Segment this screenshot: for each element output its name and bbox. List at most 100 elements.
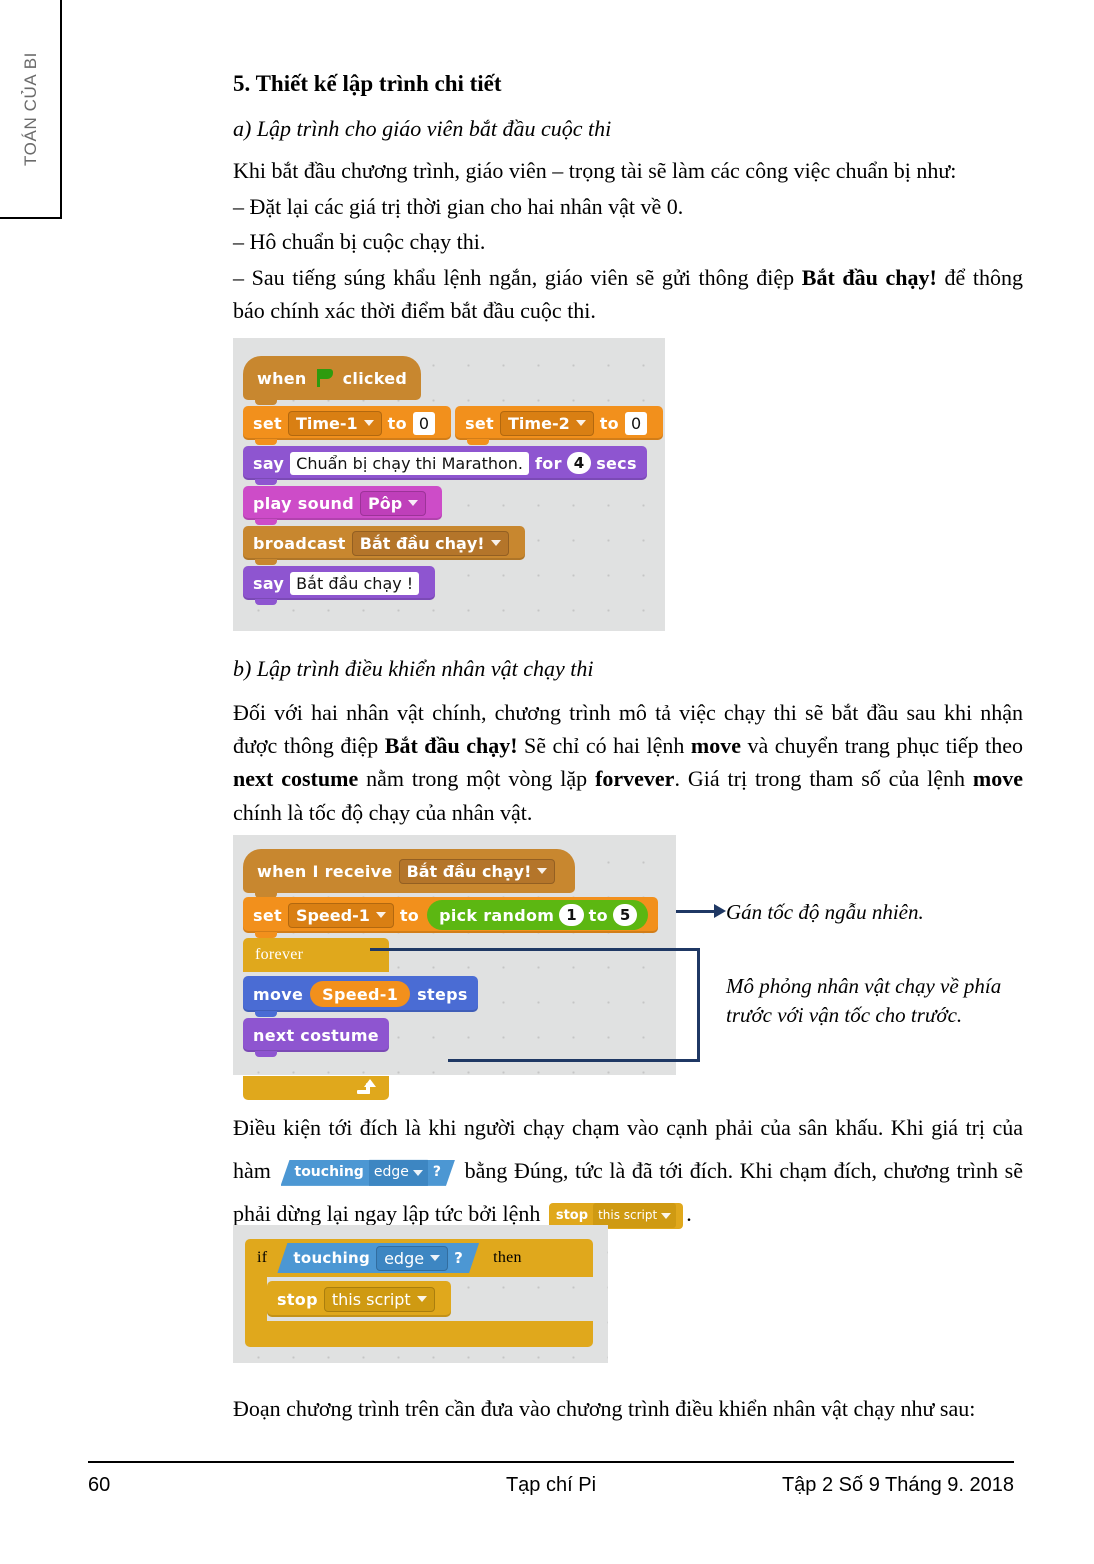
block-notch <box>255 399 277 405</box>
to-label: to <box>599 413 619 433</box>
variable-dropdown-time-1[interactable]: Time-1 <box>287 410 382 436</box>
para-b-bold-4: forvever <box>595 766 675 792</box>
block-set-time-1[interactable]: set Time-1 to 0 <box>243 406 452 445</box>
random-to-input[interactable]: 5 <box>612 904 638 926</box>
edge-dropdown[interactable]: edge <box>369 1158 428 1187</box>
set-label: set <box>253 413 282 433</box>
random-from-input[interactable]: 1 <box>559 904 584 926</box>
touching-label: touching <box>294 1164 364 1181</box>
running-head-box: TOÁN CỦA BI <box>0 0 62 219</box>
bullet-3: – Sau tiếng súng khẩu lệnh ngắn, giáo vi… <box>233 261 1023 328</box>
set-value-input-2[interactable]: 0 <box>624 411 648 435</box>
block-say-for-secs[interactable]: say Chuẩn bị chạy thi Marathon. for 4 se… <box>243 446 647 485</box>
block-stop-this-script[interactable]: stop this script <box>267 1281 451 1317</box>
block-touching-edge[interactable]: touching edge ? <box>277 1243 479 1273</box>
scratch-script-3-canvas: if touching edge ? then stop this script <box>233 1225 608 1363</box>
block-broadcast[interactable]: broadcast Bắt đầu chạy! <box>243 526 525 565</box>
footer-divider <box>88 1461 1014 1463</box>
forever-header[interactable]: forever <box>243 938 389 972</box>
block-set-speed-1[interactable]: set Speed-1 to pick random 1 to 5 <box>243 897 659 938</box>
scratch-script-1-canvas: when clicked set Time-1 to 0 set Time-2 … <box>233 338 665 631</box>
steps-label: steps <box>417 984 468 1004</box>
broadcast-message: Bắt đầu chạy! <box>359 533 485 553</box>
block-play-sound[interactable]: play sound Pôp <box>243 486 443 525</box>
secs-value-input[interactable]: 4 <box>566 452 592 474</box>
subsection-a-heading: a) Lập trình cho giáo viên bắt đầu cuộc … <box>233 115 612 141</box>
chevron-down-icon <box>490 540 501 546</box>
block-pick-random[interactable]: pick random 1 to 5 <box>427 900 649 930</box>
block-if-then[interactable]: if touching edge ? then stop this script <box>245 1239 593 1347</box>
variable-dropdown-speed-1[interactable]: Speed-1 <box>287 902 394 928</box>
clicked-label: clicked <box>342 368 408 388</box>
chevron-down-icon <box>575 420 586 426</box>
running-head-label: TOÁN CỦA BI <box>21 52 40 166</box>
stop-target-dropdown[interactable]: this script <box>323 1286 435 1312</box>
block-move-steps[interactable]: move Speed-1 steps <box>243 976 478 1017</box>
block-when-green-flag-clicked[interactable]: when clicked <box>243 356 422 405</box>
chevron-down-icon <box>537 868 548 874</box>
paragraph-d-block: Đoạn chương trình trên cần đưa vào chươn… <box>233 1392 1023 1425</box>
scratch-script-2-canvas: when I receive Bắt đầu chạy! set Speed-1… <box>233 835 676 1100</box>
inline-block-touching-edge[interactable]: touching edge ? <box>281 1160 455 1186</box>
issue-info: Tập 2 Số 9 Tháng 9. 2018 <box>781 1474 1014 1496</box>
chevron-down-icon <box>408 500 419 506</box>
variable-reporter-speed-1[interactable]: Speed-1 <box>310 981 411 1007</box>
sound-dropdown[interactable]: Pôp <box>360 490 427 516</box>
main-content: 5. Thiết kế lập trình chi tiết a) Lập tr… <box>233 70 1023 328</box>
pick-random-label: pick random <box>439 905 555 925</box>
intro-paragraph: Khi bắt đầu chương trình, giáo viên – tr… <box>233 158 957 184</box>
set-value-input-1[interactable]: 0 <box>412 411 436 435</box>
when-label: when <box>257 368 307 388</box>
say-message-input[interactable]: Chuẩn bị chạy thi Marathon. <box>290 451 530 475</box>
variable-name: Speed-1 <box>295 905 370 925</box>
say-label: say <box>253 453 285 473</box>
block-say[interactable]: say Bắt đầu chạy ! <box>243 566 436 605</box>
chevron-down-icon <box>661 1212 672 1219</box>
paragraph-c: Điều kiện tới đích là khi người chạy chạ… <box>233 1107 1023 1236</box>
receive-message-dropdown[interactable]: Bắt đầu chạy! <box>398 858 556 884</box>
move-label: move <box>253 984 304 1004</box>
broadcast-message-dropdown[interactable]: Bắt đầu chạy! <box>351 530 509 556</box>
callout-arrow-1-head <box>714 904 726 918</box>
receive-message: Bắt đầu chạy! <box>406 861 532 881</box>
secs-label: secs <box>596 453 637 473</box>
block-set-time-2[interactable]: set Time-2 to 0 <box>455 406 664 445</box>
if-header[interactable]: if touching edge ? then <box>245 1239 593 1277</box>
if-left-arm <box>245 1277 267 1321</box>
block-notch <box>255 1051 277 1057</box>
block-notch <box>255 559 277 565</box>
block-notch <box>255 599 277 605</box>
block-notch <box>255 439 277 445</box>
bullet-2: – Hô chuẩn bị cuộc chạy thi. <box>233 228 486 254</box>
next-costume-label: next costume <box>253 1025 379 1045</box>
para-b-seg-6: chính là tốc độ chạy của nhân vật. <box>233 799 533 825</box>
para-b-bold-3: next costume <box>233 766 359 792</box>
sound-name: Pôp <box>368 493 403 513</box>
callout-2-line-1: Mô phỏng nhân vật chạy về phía <box>726 974 1002 998</box>
to-label: to <box>399 905 420 925</box>
say-message-input-2[interactable]: Bắt đầu chạy ! <box>290 571 420 595</box>
loop-arrow-icon <box>355 1079 376 1096</box>
forever-footer <box>243 1076 389 1100</box>
para-b-bold-2: move <box>690 733 741 759</box>
paragraph-d: Đoạn chương trình trên cần đưa vào chươn… <box>233 1396 976 1421</box>
block-notch <box>255 519 277 525</box>
say-label: say <box>253 573 285 593</box>
edge-dropdown[interactable]: edge <box>376 1246 448 1271</box>
if-footer <box>245 1321 593 1347</box>
chevron-down-icon <box>375 912 386 918</box>
bullet-1: – Đặt lại các giá trị thời gian cho hai … <box>233 193 684 219</box>
block-next-costume[interactable]: next costume <box>243 1018 389 1057</box>
chevron-down-icon <box>430 1255 440 1261</box>
block-notch <box>255 1011 277 1017</box>
paragraph-c-block: Điều kiện tới đích là khi người chạy chạ… <box>233 1107 1023 1236</box>
question-mark-label: ? <box>454 1249 464 1267</box>
chevron-down-icon <box>416 1296 427 1302</box>
callout-text-2: Mô phỏng nhân vật chạy về phía trước với… <box>726 972 1026 1030</box>
variable-dropdown-time-2[interactable]: Time-2 <box>500 410 594 436</box>
block-when-i-receive[interactable]: when I receive Bắt đầu chạy! <box>243 849 576 898</box>
block-forever[interactable]: forever move Speed-1 steps next costume <box>243 938 478 1100</box>
to-label: to <box>387 413 407 433</box>
part-b-text-block: b) Lập trình điều khiển nhân vật chạy th… <box>233 655 1023 829</box>
subsection-b-heading: b) Lập trình điều khiển nhân vật chạy th… <box>233 656 594 681</box>
